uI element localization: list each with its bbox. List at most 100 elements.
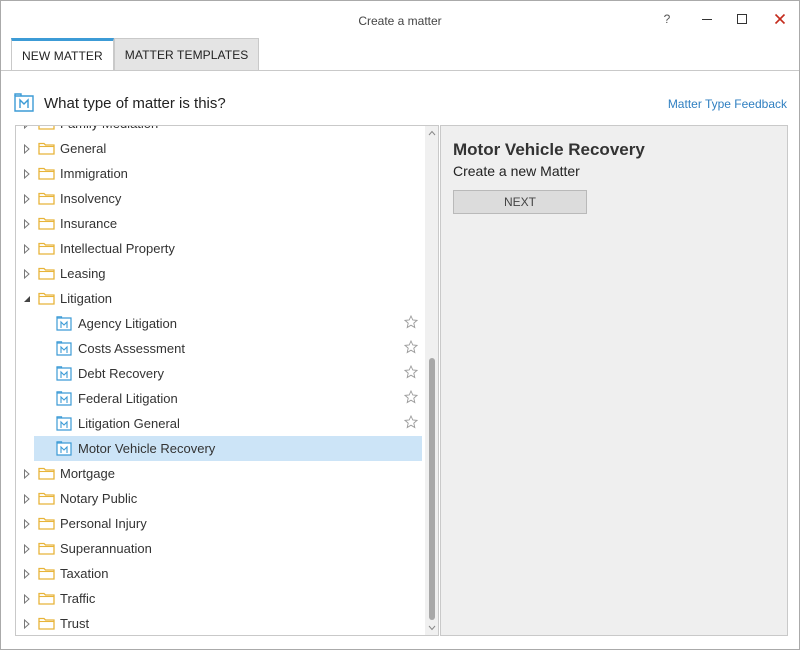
tab-new-matter[interactable]: NEW MATTER <box>11 38 114 71</box>
scroll-down-icon[interactable] <box>428 625 436 631</box>
tree-item-label: Family Mediation <box>60 126 158 131</box>
create-matter-window: Create a matter ? NEW MATTER MATTER TEMP… <box>0 0 800 650</box>
favorite-star-icon[interactable] <box>404 315 418 329</box>
tree-item-matter[interactable]: Agency Litigation <box>16 311 424 336</box>
tree-item-matter[interactable]: Federal Litigation <box>16 386 424 411</box>
tree-item-label: Costs Assessment <box>78 341 185 356</box>
matter-icon <box>56 341 72 356</box>
expand-arrow-icon[interactable] <box>23 269 31 279</box>
tree-item-folder[interactable]: General <box>16 136 424 161</box>
matter-type-question: What type of matter is this? <box>44 95 226 112</box>
tree-item-folder[interactable]: Superannuation <box>16 536 424 561</box>
tree-item-matter[interactable]: Costs Assessment <box>16 336 424 361</box>
tree-item-label: Leasing <box>60 266 106 281</box>
expand-arrow-icon[interactable] <box>23 519 31 529</box>
expand-arrow-icon[interactable] <box>23 569 31 579</box>
minimize-button[interactable] <box>692 7 722 31</box>
expand-arrow-icon[interactable] <box>23 169 31 179</box>
tree-item-folder[interactable]: Immigration <box>16 161 424 186</box>
tree-scrollbar[interactable] <box>425 126 438 635</box>
folder-icon <box>38 217 55 230</box>
collapse-arrow-icon[interactable] <box>23 294 31 304</box>
matter-type-feedback-link[interactable]: Matter Type Feedback <box>668 97 787 111</box>
close-button[interactable] <box>765 7 795 31</box>
folder-icon <box>38 192 55 205</box>
tree-item-label: General <box>60 141 107 156</box>
detail-title: Motor Vehicle Recovery <box>453 140 645 159</box>
tree-item-matter[interactable]: Motor Vehicle Recovery <box>16 436 424 461</box>
matter-type-tree[interactable]: Family Mediation General Immigration Insolv… <box>15 125 439 636</box>
tree-item-label: Taxation <box>60 566 109 581</box>
favorite-star-icon[interactable] <box>404 390 418 404</box>
tree-item-label: Superannuation <box>60 541 152 556</box>
folder-icon <box>38 542 55 555</box>
tree-item-folder[interactable]: Litigation <box>16 286 424 311</box>
expand-arrow-icon[interactable] <box>23 619 31 629</box>
tree-item-folder[interactable]: Personal Injury <box>16 511 424 536</box>
minimize-icon <box>702 19 712 20</box>
tree-item-label: Debt Recovery <box>78 366 164 381</box>
scroll-thumb[interactable] <box>429 358 435 620</box>
tree-item-label: Notary Public <box>60 491 138 506</box>
tree-item-label: Insolvency <box>60 191 122 206</box>
folder-icon <box>38 126 55 130</box>
help-button[interactable]: ? <box>652 7 682 31</box>
tree-item-folder[interactable]: Mortgage <box>16 461 424 486</box>
tree-item-label: Insurance <box>60 216 118 231</box>
tab-divider <box>1 70 799 71</box>
folder-icon <box>38 242 55 255</box>
expand-arrow-icon[interactable] <box>23 544 31 554</box>
folder-icon <box>38 292 55 305</box>
detail-subtitle: Create a new Matter <box>453 163 580 179</box>
tree-item-label: Mortgage <box>60 466 115 481</box>
folder-icon <box>38 617 55 630</box>
matter-icon <box>56 391 72 406</box>
tab-bar: NEW MATTER MATTER TEMPLATES <box>11 38 260 71</box>
tab-matter-templates[interactable]: MATTER TEMPLATES <box>113 38 260 71</box>
expand-arrow-icon[interactable] <box>23 469 31 479</box>
tree-item-label: Trust <box>60 616 90 631</box>
folder-icon <box>38 267 55 280</box>
matter-type-icon <box>14 93 34 112</box>
maximize-icon <box>737 14 747 24</box>
close-icon <box>774 13 786 25</box>
favorite-star-icon[interactable] <box>404 340 418 354</box>
tree-item-folder[interactable]: Intellectual Property <box>16 236 424 261</box>
expand-arrow-icon[interactable] <box>23 494 31 504</box>
next-button[interactable]: NEXT <box>453 190 587 214</box>
tree-item-label: Litigation General <box>78 416 180 431</box>
tree-item-label: Agency Litigation <box>78 316 178 331</box>
favorite-star-icon[interactable] <box>404 365 418 379</box>
folder-icon <box>38 517 55 530</box>
expand-arrow-icon[interactable] <box>23 194 31 204</box>
tree-item-folder[interactable]: Traffic <box>16 586 424 611</box>
tree-item-label: Federal Litigation <box>78 391 178 406</box>
folder-icon <box>38 592 55 605</box>
tree-item-label: Motor Vehicle Recovery <box>78 441 216 456</box>
expand-arrow-icon[interactable] <box>23 125 31 129</box>
tree-item-folder[interactable]: Insolvency <box>16 186 424 211</box>
matter-icon <box>56 416 72 431</box>
tree-item-matter[interactable]: Debt Recovery <box>16 361 424 386</box>
expand-arrow-icon[interactable] <box>23 144 31 154</box>
matter-detail-panel: Motor Vehicle Recovery Create a new Matt… <box>440 125 788 636</box>
tree-item-folder[interactable]: Leasing <box>16 261 424 286</box>
tree-item-folder[interactable]: Family Mediation <box>16 125 424 136</box>
folder-icon <box>38 467 55 480</box>
tree-item-folder[interactable]: Taxation <box>16 561 424 586</box>
scroll-up-icon[interactable] <box>428 130 436 136</box>
expand-arrow-icon[interactable] <box>23 594 31 604</box>
favorite-star-icon[interactable] <box>404 415 418 429</box>
folder-icon <box>38 492 55 505</box>
tree-item-folder[interactable]: Notary Public <box>16 486 424 511</box>
tree-item-folder[interactable]: Insurance <box>16 211 424 236</box>
expand-arrow-icon[interactable] <box>23 244 31 254</box>
folder-icon <box>38 142 55 155</box>
expand-arrow-icon[interactable] <box>23 219 31 229</box>
maximize-button[interactable] <box>727 7 757 31</box>
tree-item-label: Immigration <box>60 166 128 181</box>
tree-item-folder[interactable]: Trust <box>16 611 424 635</box>
tree-item-matter[interactable]: Litigation General <box>16 411 424 436</box>
tree-item-label: Personal Injury <box>60 516 147 531</box>
tree-item-label: Litigation <box>60 291 113 306</box>
